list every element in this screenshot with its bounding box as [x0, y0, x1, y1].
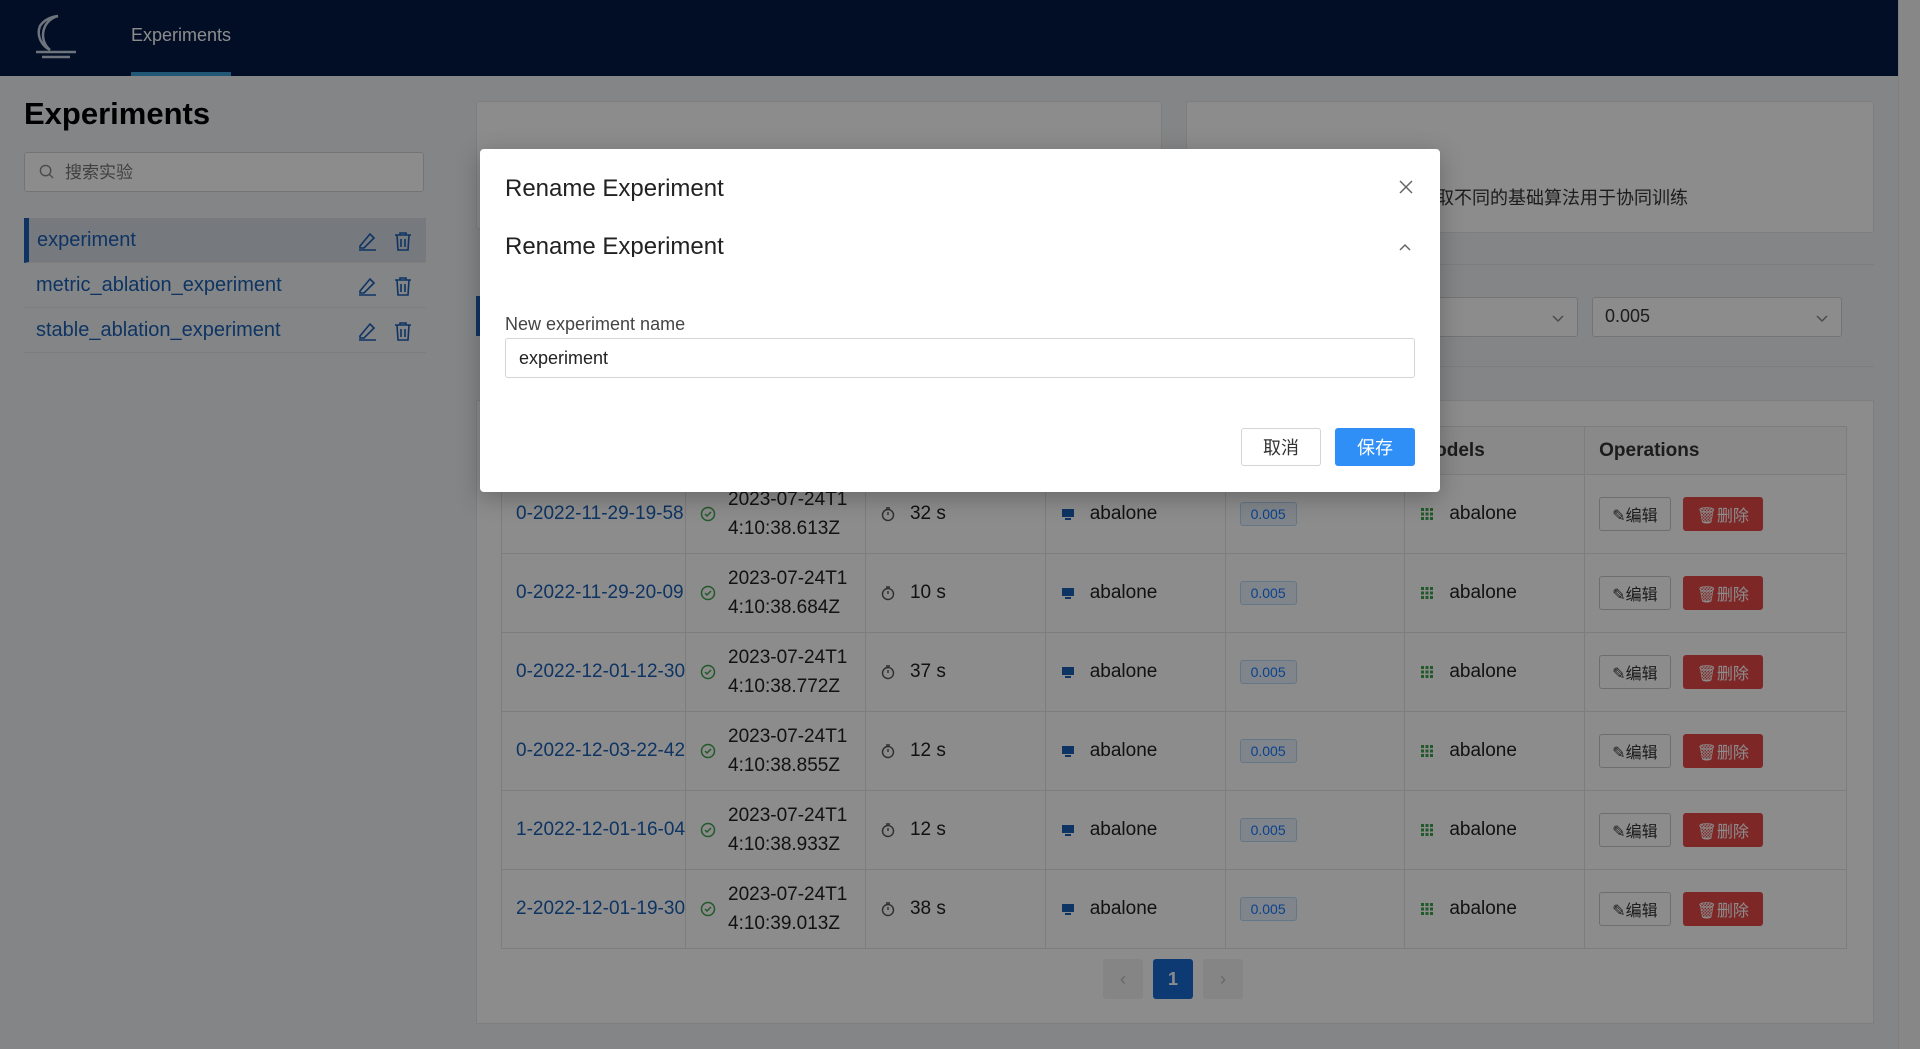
chevron-up-icon[interactable]	[1398, 241, 1412, 255]
dialog-title: Rename Experiment	[505, 175, 724, 202]
collapse-section-header[interactable]: Rename Experiment	[505, 231, 1415, 257]
rename-experiment-dialog: Rename Experiment Rename Experiment New …	[480, 149, 1440, 492]
experiment-name-input[interactable]	[505, 338, 1415, 378]
collapse-section-title: Rename Experiment	[505, 233, 724, 257]
save-button[interactable]: 保存	[1335, 428, 1415, 466]
close-icon[interactable]	[1398, 179, 1414, 195]
experiment-name-label: New experiment name	[505, 314, 686, 334]
cancel-button[interactable]: 取消	[1241, 428, 1321, 466]
